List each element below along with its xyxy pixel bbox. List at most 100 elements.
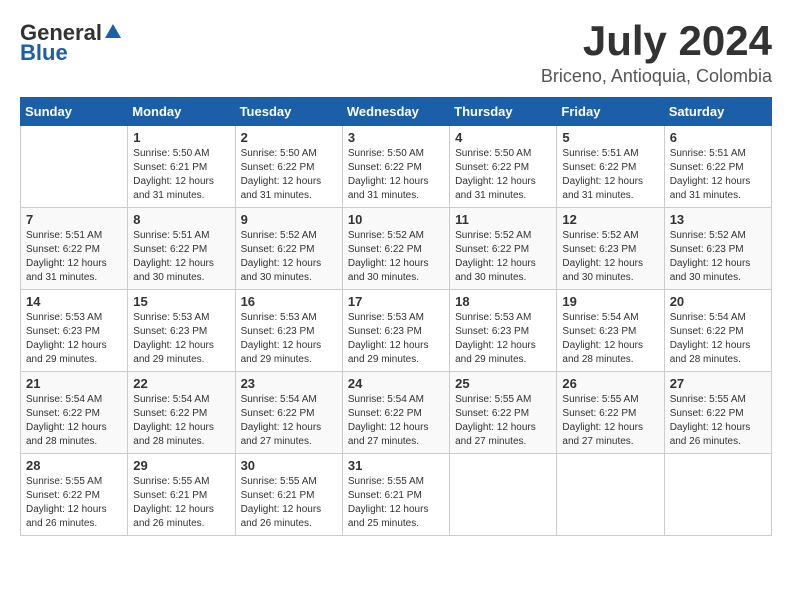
- day-number: 24: [348, 376, 444, 391]
- calendar-cell: 26Sunrise: 5:55 AM Sunset: 6:22 PM Dayli…: [557, 372, 664, 454]
- calendar-cell: 18Sunrise: 5:53 AM Sunset: 6:23 PM Dayli…: [450, 290, 557, 372]
- day-number: 28: [26, 458, 122, 473]
- day-info: Sunrise: 5:52 AM Sunset: 6:22 PM Dayligh…: [455, 229, 551, 285]
- calendar-cell: [557, 454, 664, 536]
- day-info: Sunrise: 5:52 AM Sunset: 6:22 PM Dayligh…: [348, 229, 444, 285]
- header-cell-monday: Monday: [128, 98, 235, 126]
- calendar-cell: 25 Sunrise: 5:55 AM Sunset: 6:22 PM Dayli…: [450, 372, 557, 454]
- day-number: 5: [562, 130, 658, 145]
- day-info: Sunrise: 5:55 AM Sunset: 6:22 PM Dayligh…: [26, 475, 122, 531]
- calendar-cell: 3 Sunrise: 5:50 AM Sunset: 6:22 PM Daylig…: [342, 126, 449, 208]
- calendar-cell: 5 Sunrise: 5:51 AM Sunset: 6:22 PM Daylig…: [557, 126, 664, 208]
- day-number: 10: [348, 212, 444, 227]
- day-info: Sunrise: 5:52 AM Sunset: 6:23 PM Dayligh…: [670, 229, 766, 285]
- day-info: Sunrise: 5:54 AM Sunset: 6:22 PM Dayligh…: [670, 311, 766, 367]
- calendar-cell: 22 Sunrise: 5:54 AM Sunset: 6:22 PM Dayli…: [128, 372, 235, 454]
- day-number: 7: [26, 212, 122, 227]
- calendar-cell: 10 Sunrise: 5:52 AM Sunset: 6:22 PM Dayli…: [342, 208, 449, 290]
- calendar-cell: 31Sunrise: 5:55 AM Sunset: 6:21 PM Dayli…: [342, 454, 449, 536]
- day-info: Sunrise: 5:50 AM Sunset: 6:21 PM Dayligh…: [133, 147, 229, 203]
- day-info: Sunrise: 5:53 AM Sunset: 6:23 PM Dayligh…: [26, 311, 122, 367]
- header: General Blue July 2024 Briceno, Antioqui…: [20, 20, 772, 87]
- day-info: Sunrise: 5:51 AM Sunset: 6:22 PM Dayligh…: [670, 147, 766, 203]
- day-info: Sunrise: 5:51 AM Sunset: 6:22 PM Dayligh…: [133, 229, 229, 285]
- header-cell-thursday: Thursday: [450, 98, 557, 126]
- calendar-cell: 12 Sunrise: 5:52 AM Sunset: 6:23 PM Dayli…: [557, 208, 664, 290]
- day-info: Sunrise: 5:53 AM Sunset: 6:23 PM Dayligh…: [348, 311, 444, 367]
- header-cell-saturday: Saturday: [664, 98, 771, 126]
- header-cell-sunday: Sunday: [21, 98, 128, 126]
- header-cell-friday: Friday: [557, 98, 664, 126]
- calendar-cell: 4Sunrise: 5:50 AM Sunset: 6:22 PM Daylig…: [450, 126, 557, 208]
- day-info: Sunrise: 5:54 AM Sunset: 6:22 PM Dayligh…: [133, 393, 229, 449]
- day-number: 31: [348, 458, 444, 473]
- calendar-body: 1 Sunrise: 5:50 AM Sunset: 6:21 PM Daylig…: [21, 126, 772, 536]
- day-info: Sunrise: 5:54 AM Sunset: 6:23 PM Dayligh…: [562, 311, 658, 367]
- calendar-cell: 27 Sunrise: 5:55 AM Sunset: 6:22 PM Dayli…: [664, 372, 771, 454]
- calendar-table: SundayMondayTuesdayWednesdayThursdayFrid…: [20, 97, 772, 536]
- calendar-week-row: 1 Sunrise: 5:50 AM Sunset: 6:21 PM Daylig…: [21, 126, 772, 208]
- calendar-cell: 29Sunrise: 5:55 AM Sunset: 6:21 PM Dayli…: [128, 454, 235, 536]
- day-info: Sunrise: 5:55 AM Sunset: 6:22 PM Dayligh…: [455, 393, 551, 449]
- day-number: 27: [670, 376, 766, 391]
- day-number: 23: [241, 376, 337, 391]
- day-info: Sunrise: 5:55 AM Sunset: 6:22 PM Dayligh…: [670, 393, 766, 449]
- day-info: Sunrise: 5:53 AM Sunset: 6:23 PM Dayligh…: [133, 311, 229, 367]
- day-info: Sunrise: 5:53 AM Sunset: 6:23 PM Dayligh…: [455, 311, 551, 367]
- day-info: Sunrise: 5:53 AM Sunset: 6:23 PM Dayligh…: [241, 311, 337, 367]
- calendar-cell: 28 Sunrise: 5:55 AM Sunset: 6:22 PM Dayli…: [21, 454, 128, 536]
- calendar-cell: 21Sunrise: 5:54 AM Sunset: 6:22 PM Dayli…: [21, 372, 128, 454]
- day-number: 11: [455, 212, 551, 227]
- day-number: 20: [670, 294, 766, 309]
- calendar-title: July 2024: [541, 20, 772, 62]
- calendar-cell: 23 Sunrise: 5:54 AM Sunset: 6:22 PM Dayli…: [235, 372, 342, 454]
- title-section: July 2024 Briceno, Antioquia, Colombia: [541, 20, 772, 87]
- calendar-cell: 24 Sunrise: 5:54 AM Sunset: 6:22 PM Dayli…: [342, 372, 449, 454]
- calendar-cell: 17 Sunrise: 5:53 AM Sunset: 6:23 PM Dayli…: [342, 290, 449, 372]
- day-info: Sunrise: 5:55 AM Sunset: 6:21 PM Dayligh…: [241, 475, 337, 531]
- calendar-cell: 9Sunrise: 5:52 AM Sunset: 6:22 PM Daylig…: [235, 208, 342, 290]
- day-number: 3: [348, 130, 444, 145]
- logo-triangle-icon: [104, 22, 122, 40]
- day-number: 1: [133, 130, 229, 145]
- calendar-cell: [21, 126, 128, 208]
- day-info: Sunrise: 5:54 AM Sunset: 6:22 PM Dayligh…: [26, 393, 122, 449]
- day-number: 4: [455, 130, 551, 145]
- day-info: Sunrise: 5:51 AM Sunset: 6:22 PM Dayligh…: [26, 229, 122, 285]
- logo-blue-text: Blue: [20, 40, 68, 66]
- day-info: Sunrise: 5:52 AM Sunset: 6:23 PM Dayligh…: [562, 229, 658, 285]
- calendar-week-row: 21Sunrise: 5:54 AM Sunset: 6:22 PM Dayli…: [21, 372, 772, 454]
- day-number: 22: [133, 376, 229, 391]
- calendar-cell: 11 Sunrise: 5:52 AM Sunset: 6:22 PM Dayli…: [450, 208, 557, 290]
- calendar-cell: 16Sunrise: 5:53 AM Sunset: 6:23 PM Dayli…: [235, 290, 342, 372]
- day-number: 6: [670, 130, 766, 145]
- calendar-cell: 7 Sunrise: 5:51 AM Sunset: 6:22 PM Daylig…: [21, 208, 128, 290]
- header-cell-tuesday: Tuesday: [235, 98, 342, 126]
- day-number: 12: [562, 212, 658, 227]
- calendar-cell: 8Sunrise: 5:51 AM Sunset: 6:22 PM Daylig…: [128, 208, 235, 290]
- day-number: 14: [26, 294, 122, 309]
- day-number: 25: [455, 376, 551, 391]
- day-info: Sunrise: 5:55 AM Sunset: 6:21 PM Dayligh…: [133, 475, 229, 531]
- day-info: Sunrise: 5:50 AM Sunset: 6:22 PM Dayligh…: [241, 147, 337, 203]
- day-info: Sunrise: 5:54 AM Sunset: 6:22 PM Dayligh…: [348, 393, 444, 449]
- calendar-cell: 30 Sunrise: 5:55 AM Sunset: 6:21 PM Dayli…: [235, 454, 342, 536]
- day-number: 17: [348, 294, 444, 309]
- calendar-cell: 1 Sunrise: 5:50 AM Sunset: 6:21 PM Daylig…: [128, 126, 235, 208]
- day-info: Sunrise: 5:50 AM Sunset: 6:22 PM Dayligh…: [348, 147, 444, 203]
- calendar-cell: 15 Sunrise: 5:53 AM Sunset: 6:23 PM Dayli…: [128, 290, 235, 372]
- calendar-week-row: 28 Sunrise: 5:55 AM Sunset: 6:22 PM Dayli…: [21, 454, 772, 536]
- day-number: 9: [241, 212, 337, 227]
- calendar-cell: [664, 454, 771, 536]
- day-number: 30: [241, 458, 337, 473]
- day-info: Sunrise: 5:51 AM Sunset: 6:22 PM Dayligh…: [562, 147, 658, 203]
- day-number: 13: [670, 212, 766, 227]
- calendar-cell: 19Sunrise: 5:54 AM Sunset: 6:23 PM Dayli…: [557, 290, 664, 372]
- calendar-cell: 20 Sunrise: 5:54 AM Sunset: 6:22 PM Dayli…: [664, 290, 771, 372]
- day-number: 15: [133, 294, 229, 309]
- day-info: Sunrise: 5:54 AM Sunset: 6:22 PM Dayligh…: [241, 393, 337, 449]
- calendar-subtitle: Briceno, Antioquia, Colombia: [541, 66, 772, 87]
- header-cell-wednesday: Wednesday: [342, 98, 449, 126]
- day-number: 2: [241, 130, 337, 145]
- day-number: 26: [562, 376, 658, 391]
